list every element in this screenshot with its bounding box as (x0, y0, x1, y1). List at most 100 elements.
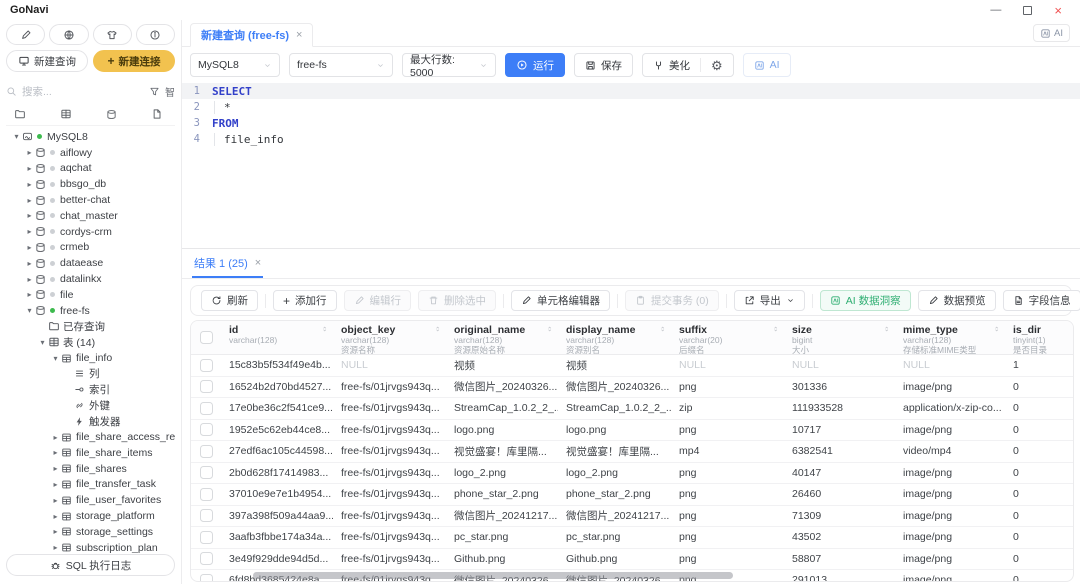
expand-arrow-icon[interactable]: ▸ (24, 164, 35, 173)
tree-item-file_user_favorites[interactable]: ▸file_user_favorites (6, 492, 175, 508)
cell-original_name[interactable]: 微信图片_20240326... (446, 379, 558, 394)
expand-arrow-icon[interactable]: ▸ (24, 290, 35, 299)
cell-display_name[interactable]: 视觉盛宴！库里隔... (558, 444, 671, 459)
row-checkbox[interactable] (191, 380, 221, 393)
expand-arrow-icon[interactable]: ▸ (24, 196, 35, 205)
tree-item-datalinkx[interactable]: ▸datalinkx (6, 271, 175, 287)
tree-item-subscription_plan[interactable]: ▸subscription_plan (6, 540, 175, 553)
tree-item-file[interactable]: ▸file (6, 287, 175, 303)
expand-arrow-icon[interactable]: ▸ (24, 148, 35, 157)
cell-suffix[interactable]: mp4 (671, 445, 784, 457)
row-checkbox[interactable] (191, 445, 221, 458)
cell-display_name[interactable]: logo_2.png (558, 467, 671, 479)
column-header-size[interactable]: size bigint 大小 (784, 321, 895, 354)
cell-size[interactable]: 291013 (784, 574, 895, 582)
row-checkbox[interactable] (191, 531, 221, 544)
column-header-object_key[interactable]: object_key varchar(128) 资源名称 (333, 321, 446, 354)
cell-id[interactable]: 1952e5c62eb44ce8... (221, 424, 333, 436)
cell-mime_type[interactable]: image/png (895, 488, 1005, 500)
tree-item-file_info[interactable]: ▾file_info (6, 350, 175, 366)
table-row[interactable]: 37010e9e7e1b4954...free-fs/01jrvgs943q..… (191, 484, 1073, 506)
cell-mime_type[interactable]: application/x-zip-co... (895, 402, 1005, 414)
tree-item-better-chat[interactable]: ▸better-chat (6, 192, 175, 208)
cell-id[interactable]: 27edf6ac105c44598... (221, 445, 333, 457)
sort-icon[interactable] (772, 325, 780, 333)
edit-row-button[interactable]: 编辑行 (344, 290, 412, 311)
cell-id[interactable]: 17e0be36c2f541ce9... (221, 402, 333, 414)
folder-icon[interactable] (14, 108, 26, 120)
table-row[interactable]: 16524b2d70bd4527...free-fs/01jrvgs943q..… (191, 377, 1073, 399)
horizontal-scrollbar[interactable] (253, 572, 733, 579)
tree-item-file_shares[interactable]: ▸file_shares (6, 461, 175, 477)
tree-item-chat_master[interactable]: ▸chat_master (6, 208, 175, 224)
row-checkbox[interactable] (191, 466, 221, 479)
table-row[interactable]: 17e0be36c2f541ce9...free-fs/01jrvgs943q.… (191, 398, 1073, 420)
cell-size[interactable]: 71309 (784, 510, 895, 522)
cell-is_dir[interactable]: 0 (1005, 445, 1073, 457)
expand-arrow-icon[interactable]: ▾ (50, 354, 61, 363)
cell-object_key[interactable]: free-fs/01jrvgs943q... (333, 488, 446, 500)
cell-display_name[interactable]: phone_star_2.png (558, 488, 671, 500)
row-checkbox[interactable] (191, 552, 221, 565)
expand-arrow-icon[interactable]: ▸ (50, 464, 61, 473)
cell-size[interactable]: 6382541 (784, 445, 895, 457)
cell-mime_type[interactable]: image/png (895, 553, 1005, 565)
tree-item--[interactable]: 索引 (6, 382, 175, 398)
cell-is_dir[interactable]: 0 (1005, 381, 1073, 393)
row-checkbox[interactable] (191, 509, 221, 522)
tree-item--[interactable]: 列 (6, 366, 175, 382)
tree-item-crmeb[interactable]: ▸crmeb (6, 240, 175, 256)
cell-is_dir[interactable]: 0 (1005, 424, 1073, 436)
add-row-button[interactable]: + 添加行 (273, 290, 337, 311)
expand-arrow-icon[interactable]: ▸ (24, 275, 35, 284)
field-info-button[interactable]: 字段信息 (1003, 290, 1080, 311)
cell-object_key[interactable]: free-fs/01jrvgs943q... (333, 553, 446, 565)
cell-display_name[interactable]: Github.png (558, 553, 671, 565)
cell-object_key[interactable]: free-fs/01jrvgs943q... (333, 381, 446, 393)
search-input[interactable]: 搜索... 智 (6, 82, 175, 100)
cell-size[interactable]: 58807 (784, 553, 895, 565)
cell-size[interactable]: 10717 (784, 424, 895, 436)
sort-icon[interactable] (659, 325, 667, 333)
ai-insight-button[interactable]: AI 数据洞察 (820, 290, 911, 311)
tree-item--[interactable]: 外键 (6, 398, 175, 414)
ai-button[interactable]: AI (743, 53, 791, 77)
table-row[interactable]: 3e49f929dde94d5d...free-fs/01jrvgs943q..… (191, 549, 1073, 571)
maximize-icon[interactable] (1023, 6, 1032, 15)
cell-mime_type[interactable]: image/png (895, 510, 1005, 522)
cell-is_dir[interactable]: 0 (1005, 510, 1073, 522)
close-icon[interactable]: × (1054, 4, 1062, 17)
cell-object_key[interactable]: free-fs/01jrvgs943q... (333, 531, 446, 543)
cell-is_dir[interactable]: 0 (1005, 553, 1073, 565)
table-row[interactable]: 397a398f509a44aa9...free-fs/01jrvgs943q.… (191, 506, 1073, 528)
cell-id[interactable]: 16524b2d70bd4527... (221, 381, 333, 393)
sql-editor[interactable]: 1SELECT2*3FROM4file_info (182, 83, 1080, 248)
row-checkbox[interactable] (191, 359, 221, 372)
cell-mime_type[interactable]: image/png (895, 381, 1005, 393)
table-row[interactable]: 27edf6ac105c44598...free-fs/01jrvgs943q.… (191, 441, 1073, 463)
expand-arrow-icon[interactable]: ▸ (50, 496, 61, 505)
new-connection-button[interactable]: + 新建连接 (93, 50, 175, 72)
cell-original_name[interactable]: phone_star_2.png (446, 488, 558, 500)
expand-arrow-icon[interactable]: ▸ (50, 480, 61, 489)
cell-id[interactable]: 2b0d628f17414983... (221, 467, 333, 479)
tree-item-storage_platform[interactable]: ▸storage_platform (6, 508, 175, 524)
expand-arrow-icon[interactable]: ▸ (24, 227, 35, 236)
delete-selected-button[interactable]: 删除选中 (418, 290, 496, 311)
sort-icon[interactable] (883, 325, 891, 333)
row-checkbox[interactable] (191, 423, 221, 436)
expand-arrow-icon[interactable]: ▸ (24, 243, 35, 252)
export-button[interactable]: 导出 (734, 290, 805, 311)
new-query-button[interactable]: 新建查询 (6, 50, 88, 72)
cell-id[interactable]: 15c83b5f534f49e4b... (221, 359, 333, 371)
cell-size[interactable]: 111933528 (784, 402, 895, 414)
tree-item-free-fs[interactable]: ▾free-fs (6, 303, 175, 319)
cell-object_key[interactable]: free-fs/01jrvgs943q... (333, 510, 446, 522)
cell-size[interactable]: 43502 (784, 531, 895, 543)
table-row[interactable]: 3aafb3fbbe174a34a...free-fs/01jrvgs943q.… (191, 527, 1073, 549)
cell-object_key[interactable]: free-fs/01jrvgs943q... (333, 402, 446, 414)
cell-original_name[interactable]: logo_2.png (446, 467, 558, 479)
cell-id[interactable]: 3aafb3fbbe174a34a... (221, 531, 333, 543)
cell-suffix[interactable]: png (671, 381, 784, 393)
cell-display_name[interactable]: pc_star.png (558, 531, 671, 543)
